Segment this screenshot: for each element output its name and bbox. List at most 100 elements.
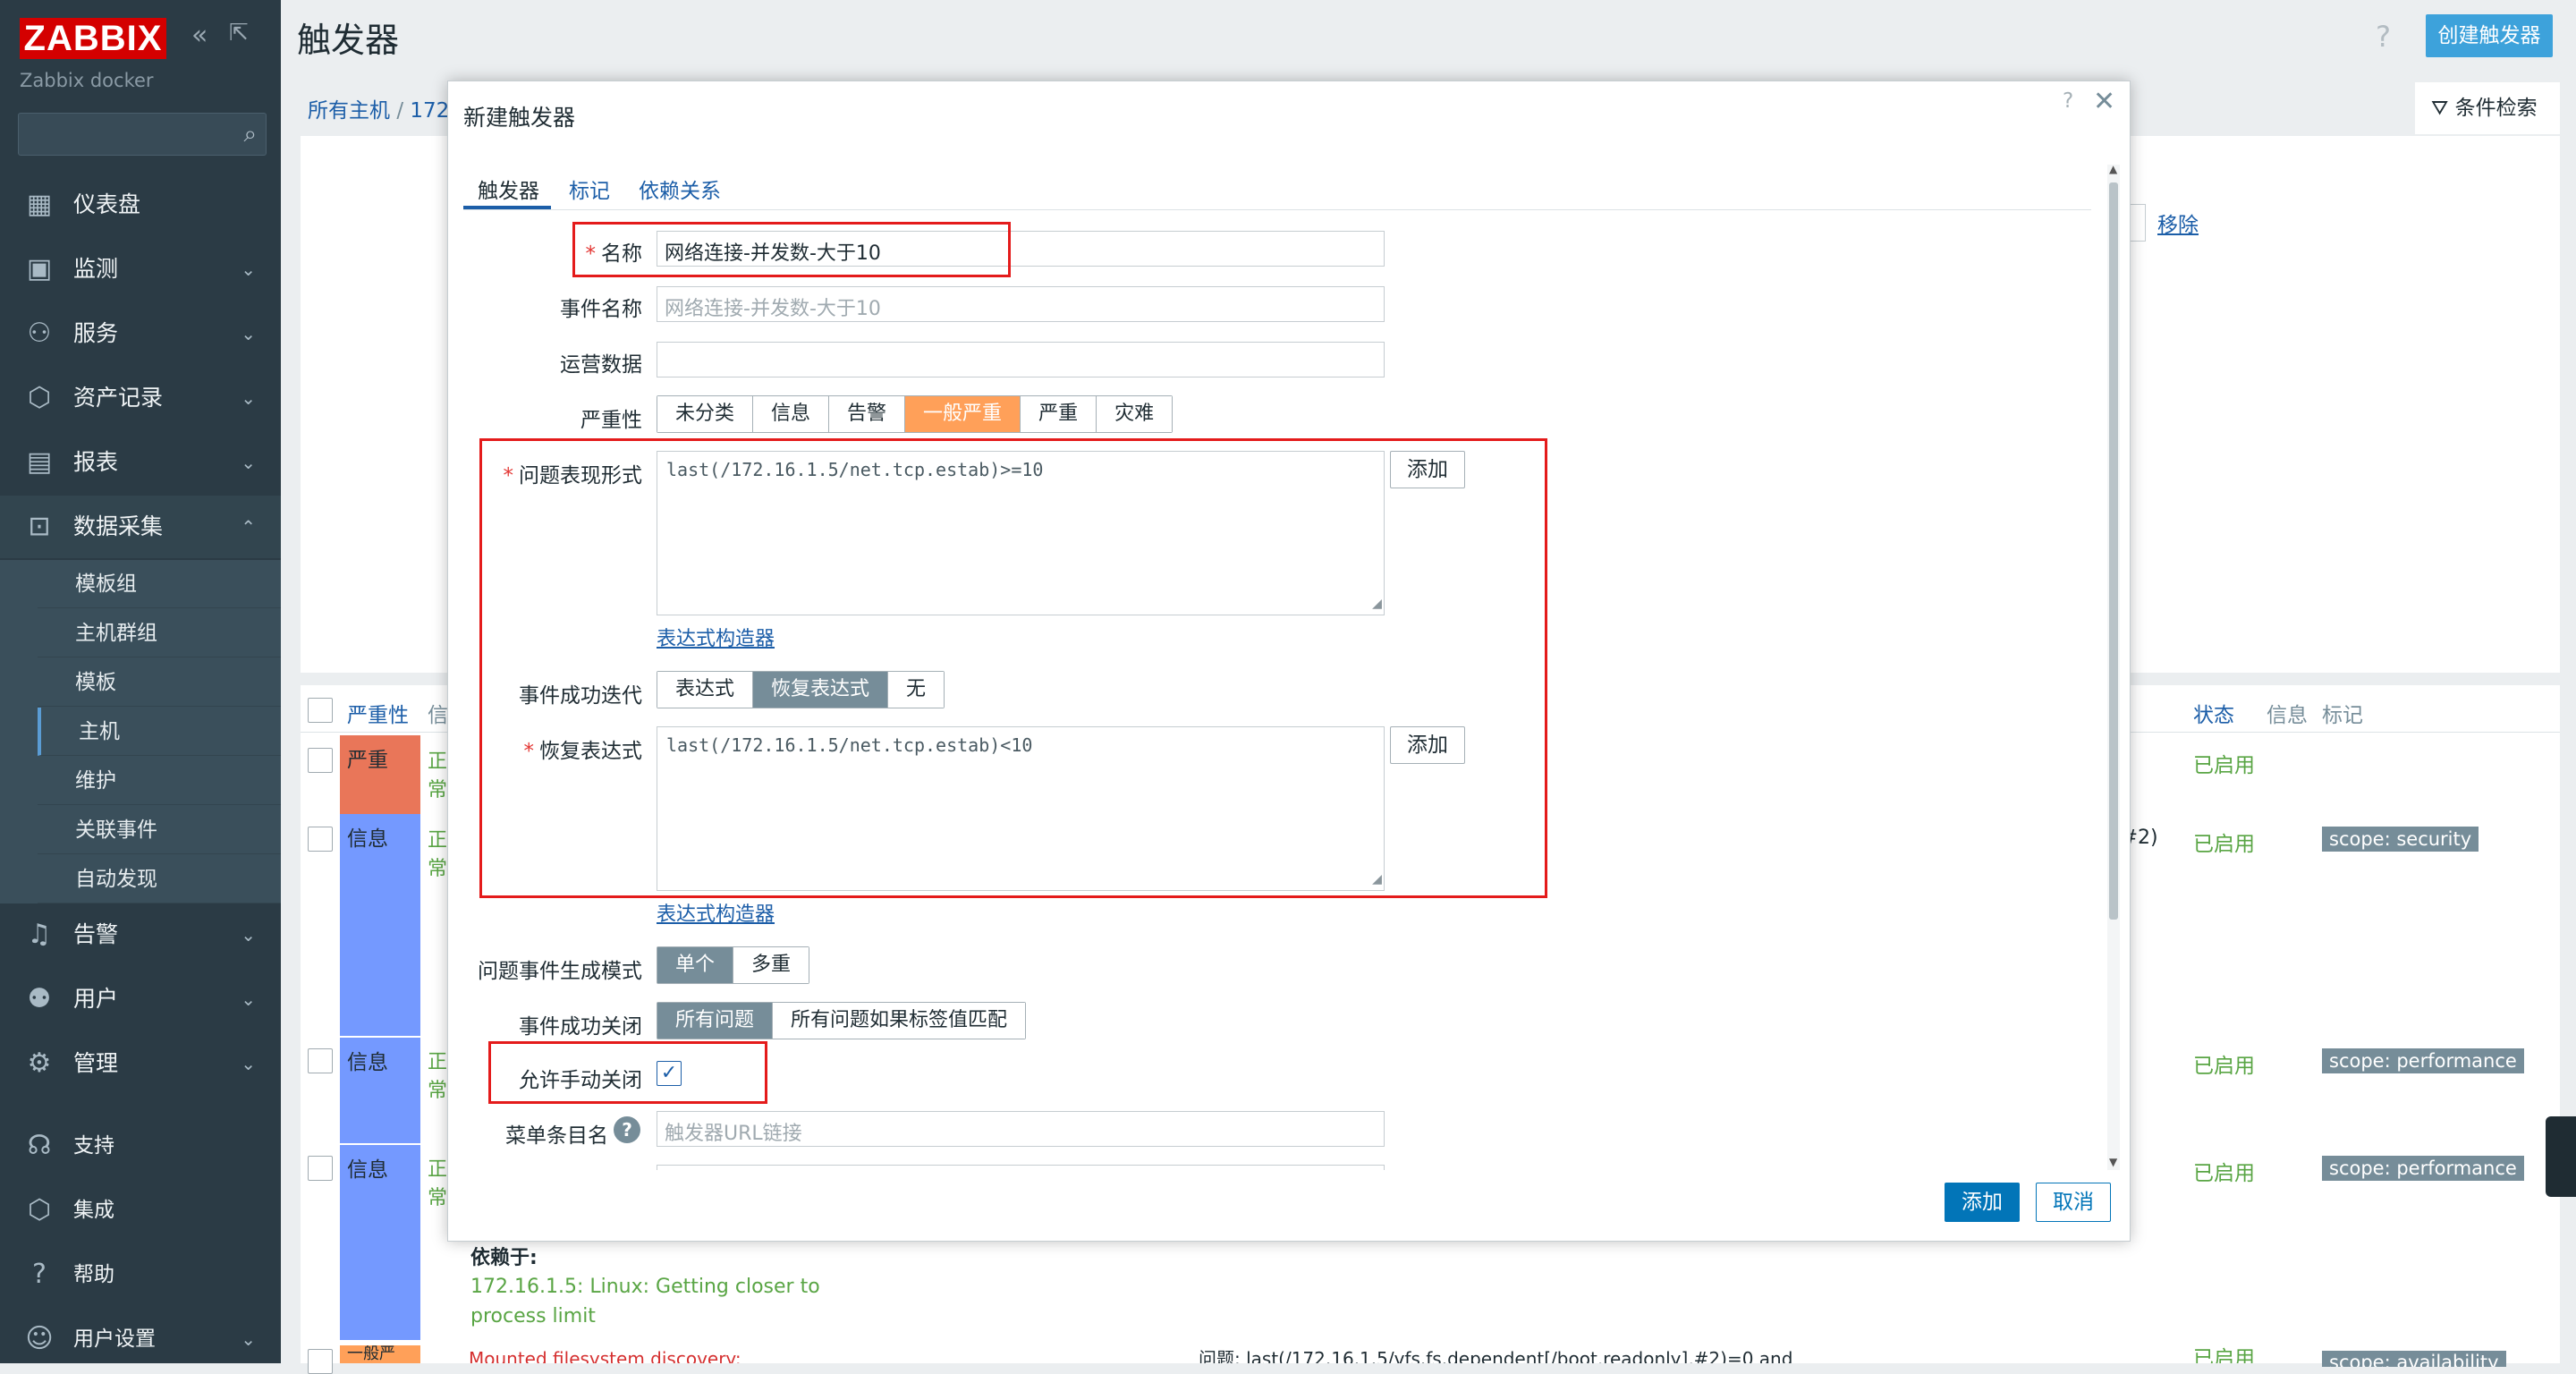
sidebar-item-support[interactable]: ☊ 支持 [0,1115,281,1177]
recovery-expression-builder-link[interactable]: 表达式构造器 [657,898,775,927]
row-checkbox[interactable] [308,827,333,852]
add-button[interactable]: 添加 [1945,1183,2020,1222]
highlight-name [572,222,1011,277]
submenu-templates[interactable]: 模板 [38,658,281,707]
breadcrumb-all-hosts[interactable]: 所有主机 [308,99,390,123]
row-checkbox[interactable] [308,1156,333,1181]
sidebar-search-input[interactable]: ⌕ [18,113,267,156]
generation-mode-selector: 单个 多重 [657,946,810,984]
row-name-fragment[interactable]: 正常 [428,1156,449,1213]
severity-high[interactable]: 严重 [1021,396,1097,432]
sidebar-item-user-settings[interactable]: ☺ 用户设置 ⌄ [0,1308,281,1370]
help-tooltip-icon[interactable]: ? [614,1116,640,1143]
highlight-manual-close [488,1041,767,1104]
side-panel-handle[interactable] [2546,1116,2576,1197]
submenu-event-correlation[interactable]: 关联事件 [38,806,281,854]
severity-warning[interactable]: 告警 [829,396,906,432]
integrations-icon: ⬡ [27,1194,52,1226]
submenu-host-groups[interactable]: 主机群组 [38,609,281,657]
sidebar-item-help[interactable]: ? 帮助 [0,1243,281,1306]
status-badge[interactable]: 已启用 [2193,827,2255,857]
severity-disaster[interactable]: 灾难 [1097,396,1173,432]
users-icon: ⚉ [27,983,52,1014]
submenu-hosts[interactable]: 主机 [38,708,281,756]
row-checkbox[interactable] [308,1048,333,1073]
tab-tags[interactable]: 标记 [569,174,610,204]
operational-data-label: 运营数据 [560,353,642,377]
close-icon[interactable]: ✕ [2093,86,2115,117]
severity-not-classified[interactable]: 未分类 [657,396,754,432]
row-checkbox[interactable] [308,748,333,773]
monitoring-icon: ▣ [26,253,53,284]
tabs-divider [463,209,2091,210]
breadcrumb-host[interactable]: 172 [410,99,449,123]
chevron-down-icon: ⌄ [241,323,256,344]
help-icon[interactable]: ? [2376,20,2391,54]
operational-data-input[interactable] [657,342,1385,377]
tab-dependencies[interactable]: 依赖关系 [639,174,721,204]
menu-entry-name-input[interactable]: 触发器URL链接 [657,1111,1385,1147]
generation-mode-single[interactable]: 单个 [657,947,734,983]
cancel-button[interactable]: 取消 [2036,1183,2111,1222]
data-collection-icon: ⊡ [28,511,51,542]
sidebar-item-users[interactable]: ⚉ 用户 ⌄ [0,968,281,1030]
status-badge[interactable]: 已启用 [2193,748,2255,778]
severity-average[interactable]: 一般严重 [905,396,1021,432]
sidebar-item-dashboard[interactable]: ▦ 仪表盘 [0,174,281,236]
ok-closes-all-problems[interactable]: 所有问题 [657,1003,774,1039]
event-name-input[interactable]: 网络连接-并发数-大于10 [657,286,1385,322]
column-status[interactable]: 状态 [2193,698,2234,728]
severity-cell: 信息 [340,814,420,1036]
sidebar-item-inventory[interactable]: ⬡ 资产记录 ⌄ [0,367,281,429]
administration-icon: ⚙ [27,1047,52,1079]
highlight-expressions [479,438,1547,898]
collapse-sidebar-icon[interactable]: « [191,20,208,51]
depends-on-label: 依赖于: [470,1247,538,1269]
chevron-down-icon: ⌄ [241,1328,256,1350]
ok-closes-tag-match[interactable]: 所有问题如果标签值匹配 [773,1003,1026,1039]
sidebar-item-services[interactable]: ⚇ 服务 ⌄ [0,302,281,365]
tab-trigger[interactable]: 触发器 [478,174,539,204]
ok-event-closes-label: 事件成功关闭 [519,1015,642,1039]
zabbix-logo[interactable]: ZABBIX [20,18,166,59]
trigger-name-link[interactable]: Mounted filesystem discovery: [469,1347,741,1363]
tag-badge[interactable]: scope: performance [2322,1156,2524,1181]
dialog-scrollbar-thumb[interactable] [2109,182,2118,920]
chevron-down-icon: ⌄ [241,1053,256,1074]
select-all-checkbox[interactable] [308,698,333,723]
status-badge[interactable]: 已启用 [2193,1048,2255,1079]
severity-information[interactable]: 信息 [753,396,830,432]
sidebar-item-monitoring[interactable]: ▣ 监测 ⌄ [0,238,281,301]
sidebar-item-integrations[interactable]: ⬡ 集成 [0,1179,281,1242]
column-info: 信息 [2267,704,2308,727]
server-name: Zabbix docker [20,70,154,91]
row-name-fragment[interactable]: 正常 [428,827,449,884]
tag-badge[interactable]: scope: availability [2322,1351,2506,1367]
status-badge[interactable]: 已启用 [2193,1347,2255,1363]
generation-mode-multiple[interactable]: 多重 [733,947,809,983]
submenu-maintenance[interactable]: 维护 [38,757,281,805]
sidebar-item-data-collection[interactable]: ⊡ 数据采集 ⌃ [0,496,281,558]
kiosk-mode-icon[interactable]: ⇱ [229,20,249,47]
sidebar-item-alerts[interactable]: ♫ 告警 ⌄ [0,903,281,966]
dialog-help-icon[interactable]: ? [2063,89,2073,113]
breadcrumb: 所有主机 / 172 [308,93,449,123]
chevron-down-icon: ⌄ [241,924,256,946]
search-icon[interactable]: ⌕ [243,121,257,148]
sidebar-item-reports[interactable]: ▤ 报表 ⌄ [0,431,281,494]
severity-selector: 未分类 信息 告警 一般严重 严重 灾难 [657,395,1174,433]
scroll-up-icon[interactable]: ▲ [2109,163,2117,175]
row-checkbox[interactable] [308,1349,333,1374]
reports-icon: ▤ [26,446,53,478]
remove-link[interactable]: 移除 [2157,208,2199,238]
tag-badge[interactable]: scope: performance [2322,1048,2524,1073]
sidebar-item-administration[interactable]: ⚙ 管理 ⌄ [0,1032,281,1095]
depends-on-link[interactable]: 172.16.1.5: Linux: Getting closer to pro… [470,1272,828,1331]
status-badge[interactable]: 已启用 [2193,1156,2255,1186]
create-trigger-button[interactable]: 创建触发器 [2426,14,2553,57]
filter-tab[interactable]: ⛛ 条件检索 [2415,82,2560,134]
submenu-template-groups[interactable]: 模板组 [38,560,281,608]
submenu-discovery[interactable]: 自动发现 [38,855,281,903]
tag-badge[interactable]: scope: security [2322,827,2479,852]
scroll-down-icon[interactable]: ▼ [2109,1156,2117,1168]
